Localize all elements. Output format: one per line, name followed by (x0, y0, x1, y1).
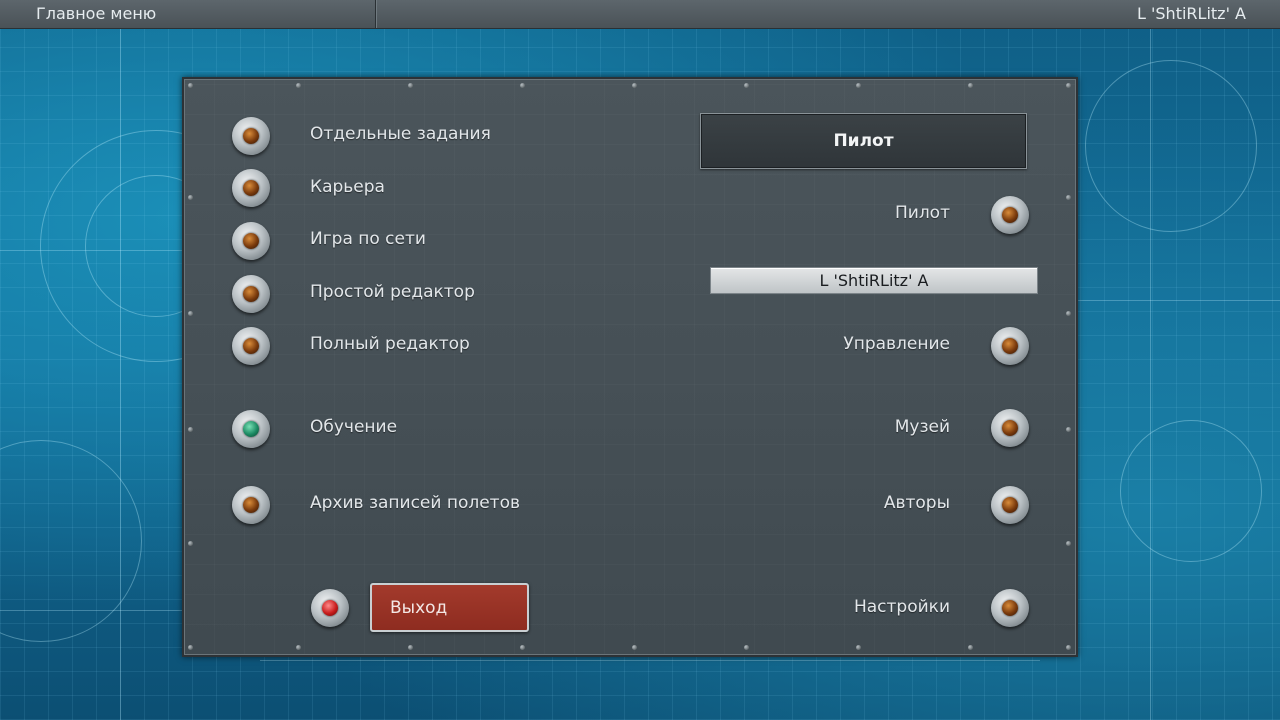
top-bar: Главное меню L 'ShtiRLitz' A (0, 0, 1280, 29)
rivet-icon (408, 83, 413, 88)
single-missions-label[interactable]: Отдельные задания (310, 124, 491, 144)
museum-lamp-button[interactable] (991, 409, 1029, 447)
rivet-icon (744, 83, 749, 88)
rivet-icon (408, 645, 413, 650)
full-editor-lamp-button[interactable] (232, 327, 270, 365)
rivet-icon (856, 83, 861, 88)
rivet-icon (1066, 541, 1071, 546)
rivet-icon (632, 645, 637, 650)
rivet-icon (1066, 83, 1071, 88)
pilot-label[interactable]: Пилот (750, 203, 950, 223)
rivet-icon (188, 195, 193, 200)
rivet-icon (520, 83, 525, 88)
settings-label[interactable]: Настройки (750, 597, 950, 617)
career-label[interactable]: Карьера (310, 177, 385, 197)
rivet-icon (188, 427, 193, 432)
rivet-icon (188, 311, 193, 316)
credits-lamp-button[interactable] (991, 486, 1029, 524)
rivet-icon (1066, 195, 1071, 200)
training-label[interactable]: Обучение (310, 417, 397, 437)
controls-label[interactable]: Управление (750, 334, 950, 354)
track-archive-label[interactable]: Архив записей полетов (310, 493, 520, 513)
multiplayer-lamp-button[interactable] (232, 222, 270, 260)
training-lamp-button[interactable] (232, 410, 270, 448)
track-archive-lamp-button[interactable] (232, 486, 270, 524)
quick-builder-label[interactable]: Простой редактор (310, 282, 475, 302)
credits-label[interactable]: Авторы (750, 493, 950, 513)
multiplayer-label[interactable]: Игра по сети (310, 229, 426, 249)
rivet-icon (188, 83, 193, 88)
top-bar-divider (375, 0, 376, 28)
rivet-icon (968, 645, 973, 650)
rivet-icon (296, 645, 301, 650)
rivet-icon (632, 83, 637, 88)
controls-lamp-button[interactable] (991, 327, 1029, 365)
career-lamp-button[interactable] (232, 169, 270, 207)
exit-button[interactable]: Выход (370, 583, 529, 632)
rivet-icon (1066, 645, 1071, 650)
screen-title: Главное меню (36, 4, 157, 23)
rivet-icon (1066, 311, 1071, 316)
exit-lamp-button[interactable] (311, 589, 349, 627)
rivet-icon (188, 541, 193, 546)
pilot-name-field[interactable]: L 'ShtiRLitz' A (710, 267, 1038, 294)
pilot-lamp-button[interactable] (991, 196, 1029, 234)
full-editor-label[interactable]: Полный редактор (310, 334, 470, 354)
current-pilot-name: L 'ShtiRLitz' A (1137, 4, 1246, 23)
rivet-icon (856, 645, 861, 650)
rivet-icon (744, 645, 749, 650)
rivet-icon (296, 83, 301, 88)
rivet-icon (968, 83, 973, 88)
museum-label[interactable]: Музей (750, 417, 950, 437)
pilot-header: Пилот (700, 113, 1027, 169)
rivet-icon (1066, 427, 1071, 432)
single-missions-lamp-button[interactable] (232, 117, 270, 155)
rivet-icon (520, 645, 525, 650)
rivet-icon (188, 645, 193, 650)
quick-builder-lamp-button[interactable] (232, 275, 270, 313)
settings-lamp-button[interactable] (991, 589, 1029, 627)
